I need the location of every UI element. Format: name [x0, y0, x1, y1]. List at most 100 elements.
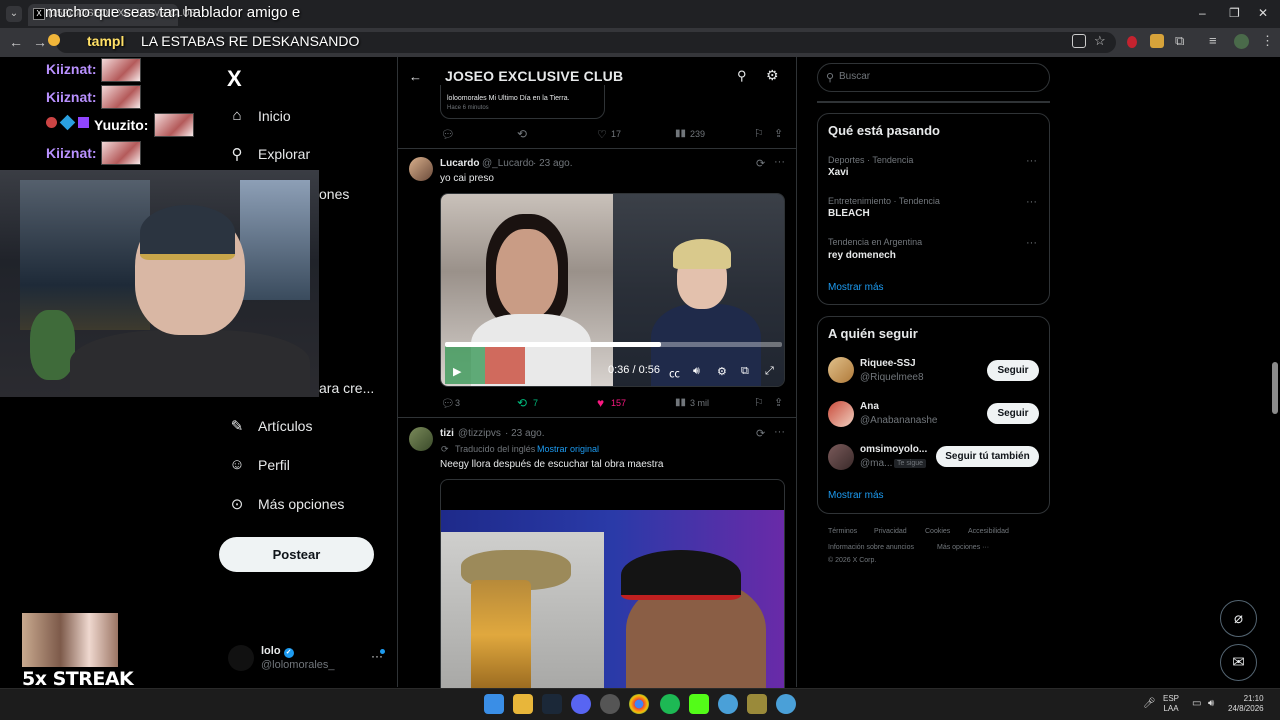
search-icon[interactable]: ⚲ — [737, 68, 747, 84]
nav-item-more[interactable]: ⊙ Más opciones — [228, 492, 345, 516]
post-author-name[interactable]: Lucardo — [440, 158, 479, 169]
avatar[interactable] — [409, 157, 433, 181]
grok-float-icon[interactable]: ⌀ — [1220, 600, 1257, 637]
gear-icon[interactable]: ⚙ — [766, 67, 779, 84]
picture-in-picture-icon[interactable]: ⧉ — [741, 365, 749, 378]
more-icon[interactable]: ··· — [1026, 196, 1037, 208]
follow-back-button[interactable]: Seguir tú también — [936, 446, 1039, 467]
footer-link[interactable]: Información sobre anuncios — [828, 544, 914, 551]
messages-float-icon[interactable]: ✉ — [1220, 644, 1257, 681]
kick-icon[interactable] — [689, 694, 709, 714]
show-more-link[interactable]: Mostrar más — [828, 490, 884, 501]
show-original-link[interactable]: Mostrar original — [537, 444, 599, 454]
follow-button[interactable]: Seguir — [987, 403, 1039, 424]
forward-arrow-icon[interactable]: → — [33, 34, 47, 50]
follow-name[interactable]: omsimoyolo... — [860, 444, 927, 455]
more-icon[interactable]: ··· — [774, 156, 785, 168]
file-explorer-icon[interactable] — [513, 694, 533, 714]
app-icon[interactable] — [600, 694, 620, 714]
reply-icon[interactable]: 💬︎ — [441, 128, 455, 141]
clock[interactable]: 21:10 24/8/2026 — [1228, 694, 1264, 714]
more-icon[interactable]: ··· — [1026, 237, 1037, 249]
extensions-puzzle-icon[interactable]: ⧉ — [1175, 33, 1184, 49]
footer-link[interactable]: Accesibilidad — [968, 528, 1009, 535]
extension-yellow-icon[interactable] — [1150, 34, 1164, 48]
nav-item-home[interactable]: ⌂ Inicio — [228, 104, 290, 128]
spotify-icon[interactable] — [660, 694, 680, 714]
scrollbar-thumb[interactable] — [1272, 362, 1278, 414]
avatar[interactable] — [409, 427, 433, 451]
nav-item-profile[interactable]: ☺ Perfil — [228, 453, 290, 477]
start-icon[interactable] — [484, 694, 504, 714]
volume-icon[interactable]: 🔊︎ — [693, 365, 700, 378]
post-date[interactable]: · 23 ago. — [505, 428, 544, 439]
back-arrow-icon[interactable]: ← — [409, 69, 422, 84]
avatar[interactable] — [828, 357, 854, 383]
maximize-button[interactable]: ❐ — [1229, 6, 1240, 20]
bookmark-icon[interactable]: ⚐ — [754, 127, 764, 140]
app-icon[interactable] — [747, 694, 767, 714]
chrome-icon[interactable] — [629, 694, 649, 714]
trend-name[interactable]: Xavi — [828, 167, 849, 178]
more-icon[interactable]: ··· — [1026, 155, 1037, 167]
microphone-icon[interactable]: 🎤︎ — [1143, 698, 1156, 709]
fullscreen-icon[interactable]: ⤢ — [765, 365, 774, 378]
grok-icon[interactable]: ⟳ — [756, 157, 765, 170]
x-logo-icon[interactable]: X — [227, 66, 242, 92]
language-indicator[interactable]: ESP LAA — [1163, 694, 1179, 714]
footer-link[interactable]: Cookies — [925, 528, 950, 535]
follow-name[interactable]: Riquee-SSJ — [860, 358, 916, 369]
play-icon[interactable]: ▶ — [453, 365, 461, 378]
post-date[interactable]: · 23 ago. — [533, 158, 572, 169]
footer-link[interactable]: Privacidad — [874, 528, 907, 535]
app-icon[interactable] — [718, 694, 738, 714]
account-avatar[interactable] — [228, 645, 254, 671]
grok-icon[interactable]: ⟳ — [756, 427, 765, 440]
trend-name[interactable]: rey domenech — [828, 250, 896, 261]
cast-icon[interactable] — [1072, 34, 1086, 48]
reading-list-icon[interactable]: ≡ — [1209, 33, 1217, 48]
network-icon[interactable]: ▭ — [1192, 698, 1201, 709]
repost-icon[interactable]: ⟲ — [517, 127, 527, 141]
share-icon[interactable]: ⇪ — [774, 127, 783, 140]
captions-icon[interactable]: ㏄ — [669, 365, 680, 381]
like-icon[interactable]: ♡ — [597, 128, 607, 141]
extension-red-icon[interactable] — [1127, 36, 1137, 48]
browser-menu-icon[interactable]: ⋮ — [1261, 33, 1274, 49]
discord-icon[interactable] — [571, 694, 591, 714]
volume-icon[interactable]: 🔊︎ — [1208, 698, 1214, 709]
video-player[interactable]: ▶ 0:36 / 0:56 ㏄ 🔊︎ ⚙ ⧉ ⤢ — [440, 193, 785, 387]
nav-item-explore[interactable]: ⚲ Explorar — [228, 142, 311, 166]
like-icon[interactable]: ♥ — [597, 396, 604, 410]
close-window-button[interactable]: ✕ — [1258, 6, 1268, 20]
footer-link[interactable]: Más opciones ··· — [937, 544, 989, 551]
footer-link[interactable]: Términos — [828, 528, 857, 535]
quoted-post-card[interactable] — [440, 85, 605, 119]
follow-name[interactable]: Ana — [860, 401, 879, 412]
nav-item-articles[interactable]: ✎ Artículos — [228, 414, 313, 438]
post-media[interactable] — [440, 479, 785, 689]
back-arrow-icon[interactable]: ← — [9, 34, 23, 50]
account-name[interactable]: lolo ✓ — [261, 645, 294, 658]
bookmark-star-icon[interactable]: ☆ — [1094, 33, 1106, 49]
trend-name[interactable]: BLEACH — [828, 208, 870, 219]
tab-search-button[interactable]: ⌄ — [6, 6, 22, 22]
minimize-button[interactable]: – — [1199, 6, 1206, 20]
avatar[interactable] — [828, 401, 854, 427]
follow-button[interactable]: Seguir — [987, 360, 1039, 381]
more-icon[interactable]: ··· — [774, 426, 785, 438]
avatar[interactable] — [828, 444, 854, 470]
app-icon[interactable] — [776, 694, 796, 714]
steam-icon[interactable] — [542, 694, 562, 714]
show-more-link[interactable]: Mostrar más — [828, 282, 884, 293]
post-author-name[interactable]: tizi — [440, 428, 454, 439]
repost-icon[interactable]: ⟲ — [517, 396, 527, 410]
bookmark-icon[interactable]: ⚐ — [754, 396, 764, 409]
post-button[interactable]: Postear — [219, 537, 374, 572]
profile-avatar-icon[interactable] — [1234, 34, 1249, 49]
reply-icon[interactable]: 💬︎ — [441, 397, 455, 410]
share-icon[interactable]: ⇪ — [774, 396, 783, 409]
post-author-handle[interactable]: @_Lucardo — [482, 158, 534, 169]
settings-icon[interactable]: ⚙ — [717, 365, 727, 378]
post-author-handle[interactable]: @tizzipvs — [458, 428, 501, 439]
